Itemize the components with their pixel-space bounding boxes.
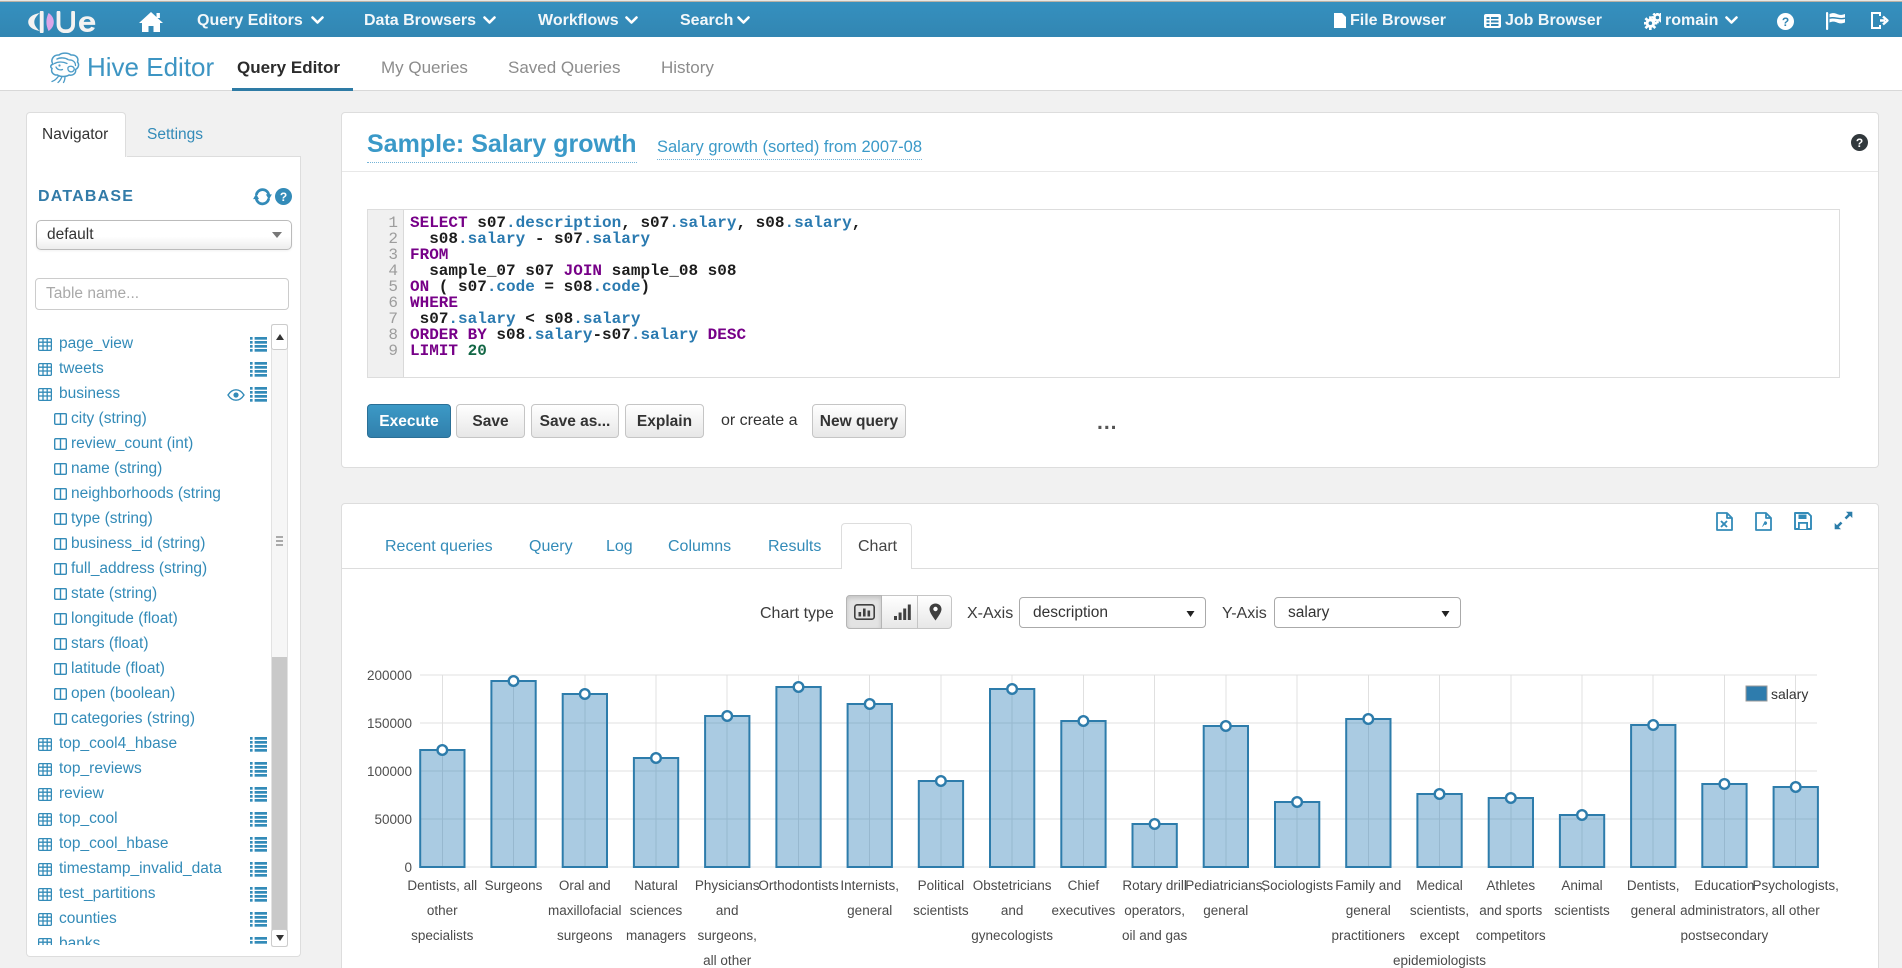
svg-text:200000: 200000 [367, 668, 412, 683]
svg-text:50000: 50000 [374, 812, 412, 827]
svg-text:oil and gas: oil and gas [1122, 928, 1188, 943]
svg-text:postsecondary: postsecondary [1680, 928, 1768, 943]
svg-text:general: general [847, 903, 892, 918]
svg-text:practitioners: practitioners [1332, 928, 1406, 943]
svg-text:surgeons: surgeons [557, 928, 613, 943]
svg-text:all other: all other [703, 953, 752, 968]
svg-text:Internists,: Internists, [840, 878, 899, 893]
svg-text:scientists: scientists [1554, 903, 1610, 918]
svg-text:and: and [1001, 903, 1024, 918]
svg-text:general: general [1203, 903, 1248, 918]
svg-text:Sociologists: Sociologists [1261, 878, 1333, 893]
svg-text:sciences: sciences [630, 903, 683, 918]
svg-text:Animal: Animal [1561, 878, 1602, 893]
svg-text:operators,: operators, [1124, 903, 1185, 918]
svg-text:administrators,: administrators, [1680, 903, 1769, 918]
svg-text:Orthodontists: Orthodontists [758, 878, 839, 893]
svg-text:0: 0 [404, 860, 412, 875]
svg-text:Dentists,: Dentists, [1627, 878, 1680, 893]
svg-text:Medical: Medical [1416, 878, 1463, 893]
svg-text:Family and: Family and [1335, 878, 1401, 893]
svg-text:Political: Political [918, 878, 965, 893]
svg-text:150000: 150000 [367, 716, 412, 731]
svg-text:general: general [1346, 903, 1391, 918]
svg-text:Education: Education [1694, 878, 1754, 893]
svg-text:Psychologists,: Psychologists, [1753, 878, 1839, 893]
svg-text:Athletes: Athletes [1486, 878, 1535, 893]
svg-text:Dentists, all: Dentists, all [407, 878, 477, 893]
svg-text:100000: 100000 [367, 764, 412, 779]
svg-text:Pediatricians,: Pediatricians, [1185, 878, 1266, 893]
svg-text:?: ? [1856, 136, 1863, 150]
svg-text:?: ? [280, 190, 287, 204]
svg-text:other: other [427, 903, 458, 918]
svg-text:maxillofacial: maxillofacial [548, 903, 622, 918]
svg-text:all other: all other [1772, 903, 1821, 918]
svg-text:scientists: scientists [913, 903, 969, 918]
svg-text:and: and [716, 903, 739, 918]
svg-text:?: ? [1782, 15, 1789, 29]
svg-text:Oral and: Oral and [559, 878, 611, 893]
svg-text:executives: executives [1052, 903, 1116, 918]
svg-text:except: except [1420, 928, 1460, 943]
svg-text:Rotary drill: Rotary drill [1122, 878, 1187, 893]
svg-text:Chief: Chief [1068, 878, 1100, 893]
svg-text:Natural: Natural [634, 878, 678, 893]
svg-text:managers: managers [626, 928, 686, 943]
svg-text:Obstetricians: Obstetricians [973, 878, 1052, 893]
svg-text:gynecologists: gynecologists [971, 928, 1053, 943]
svg-text:scientists,: scientists, [1410, 903, 1469, 918]
svg-text:Physicians: Physicians [695, 878, 760, 893]
svg-text:specialists: specialists [411, 928, 474, 943]
svg-text:and sports: and sports [1479, 903, 1542, 918]
svg-text:salary: salary [1771, 686, 1808, 702]
svg-text:Surgeons: Surgeons [485, 878, 543, 893]
svg-text:general: general [1631, 903, 1676, 918]
svg-text:surgeons,: surgeons, [698, 928, 757, 943]
svg-text:epidemiologists: epidemiologists [1393, 953, 1486, 968]
svg-text:competitors: competitors [1476, 928, 1546, 943]
